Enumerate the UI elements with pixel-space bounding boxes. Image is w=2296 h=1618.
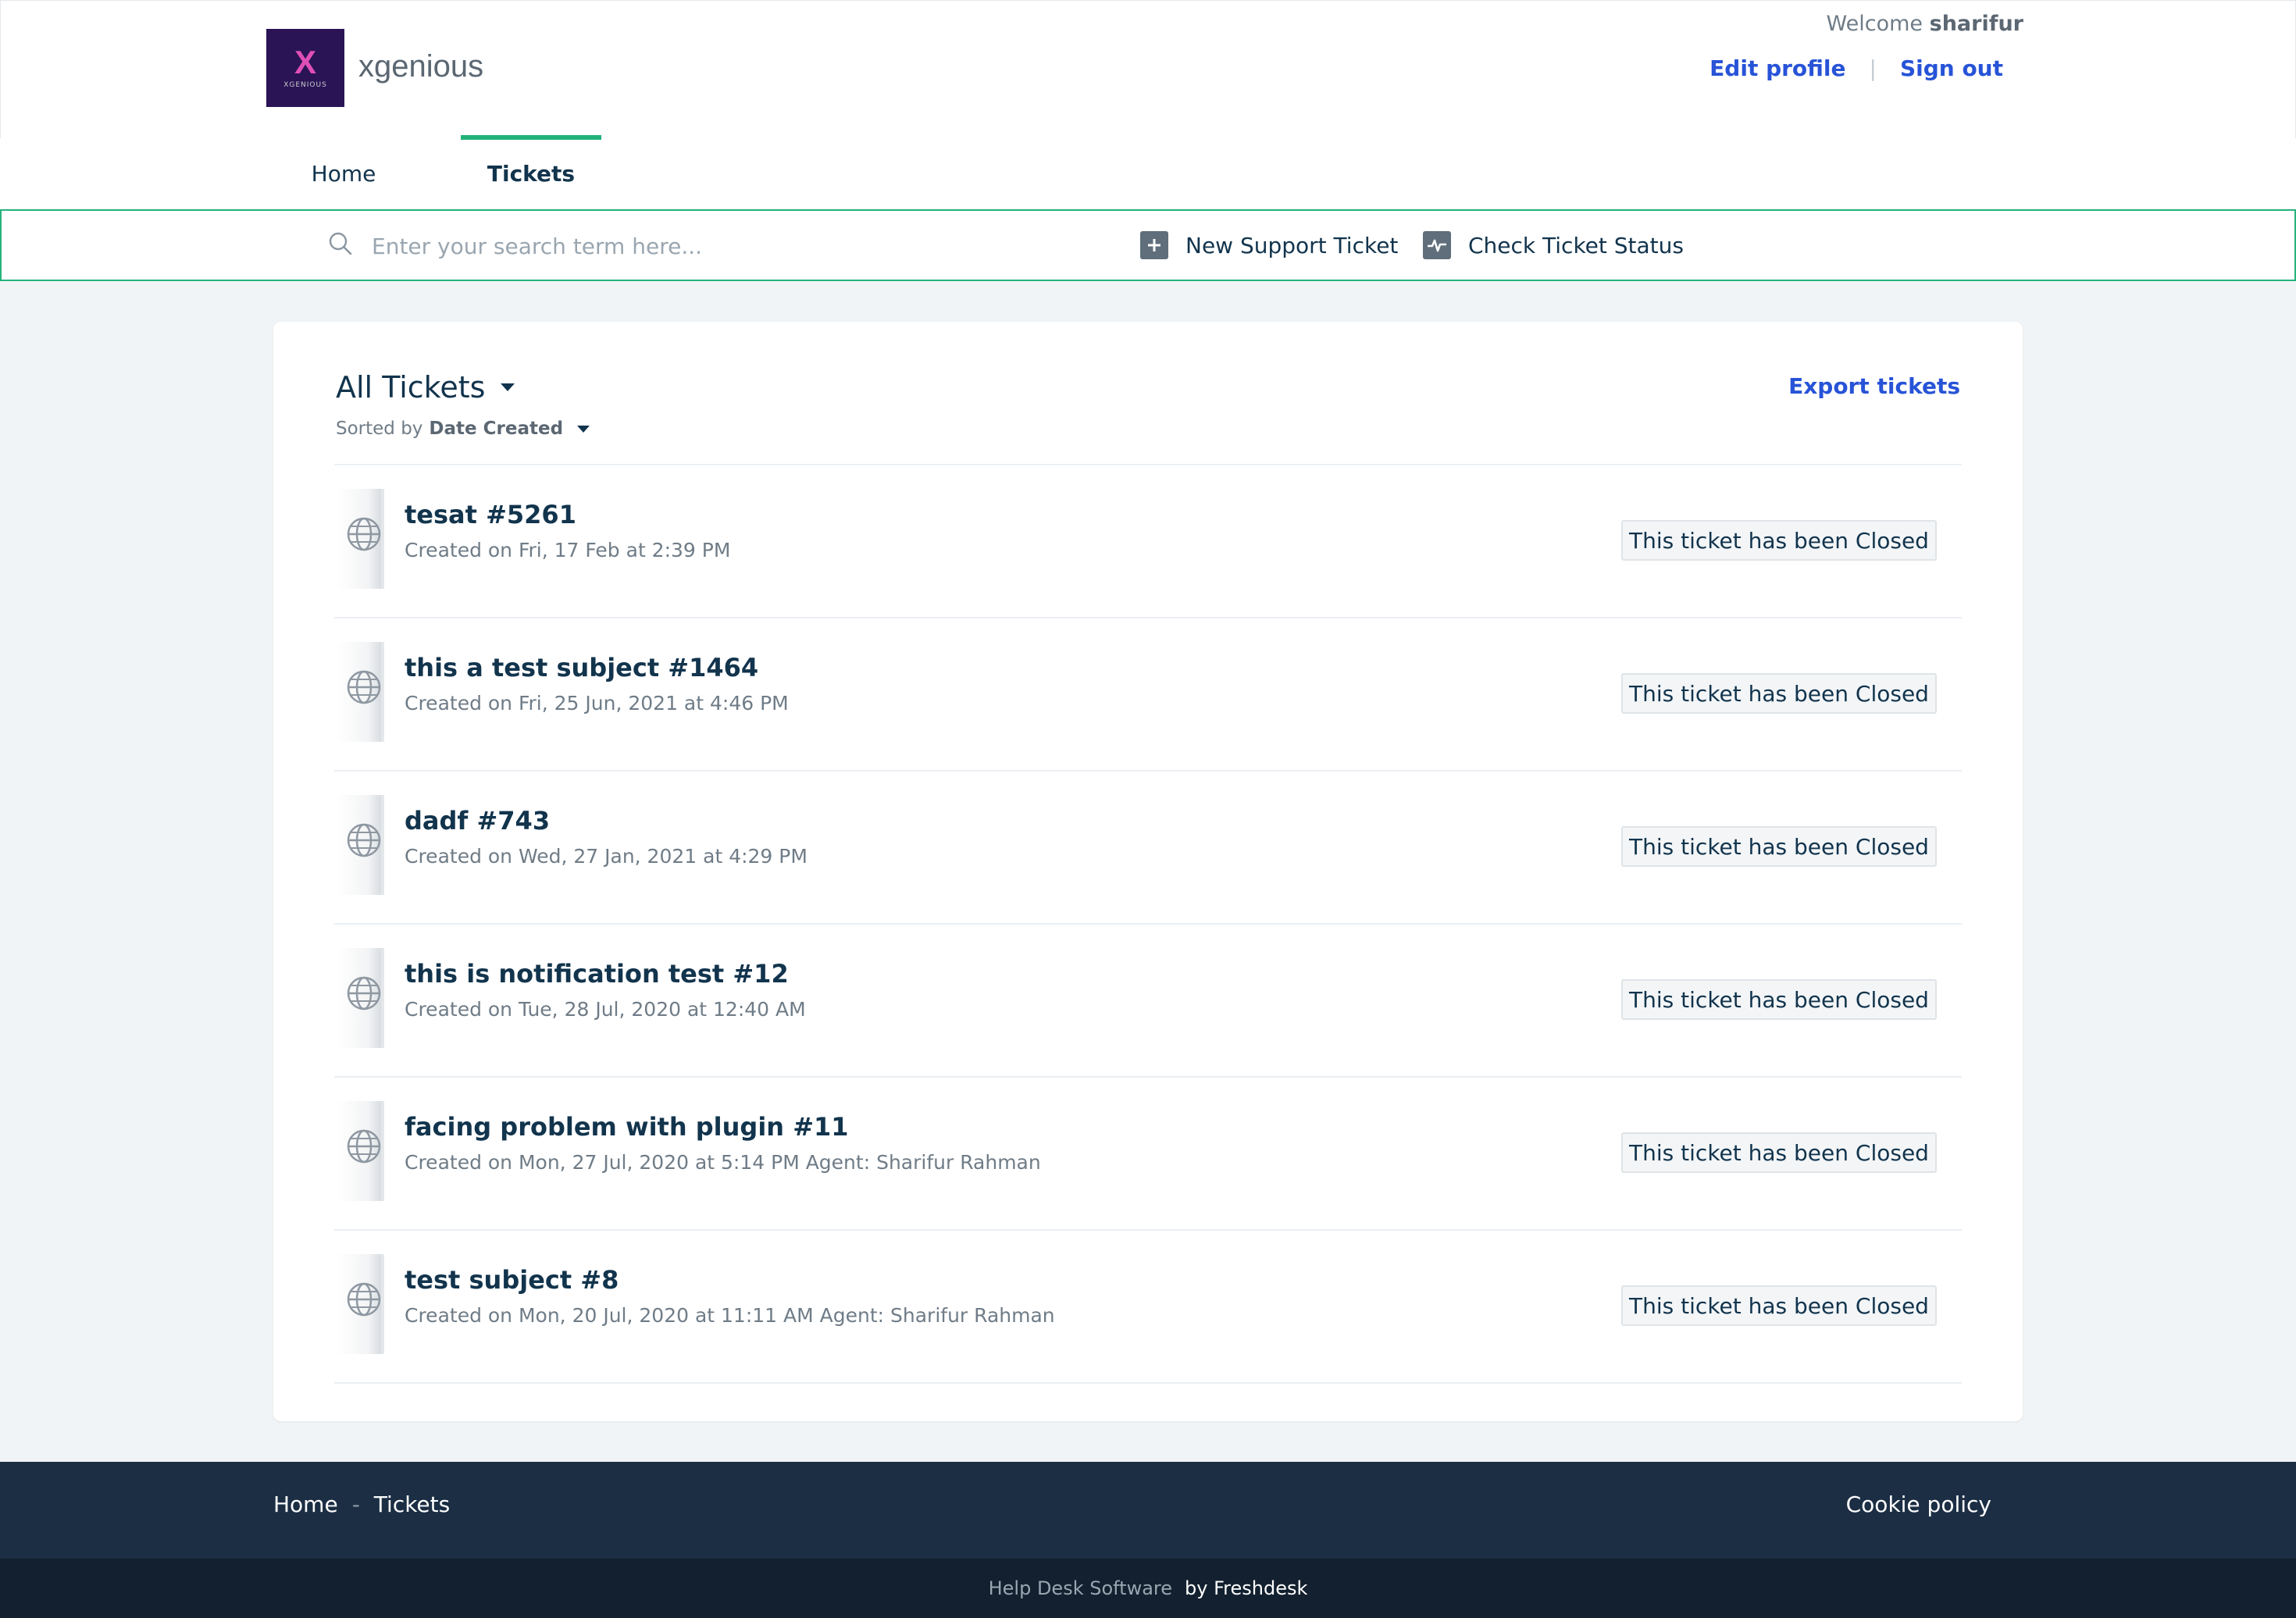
activity-icon	[1423, 231, 1451, 259]
site-header: X XGENIOUS xgenious Welcome sharifur Edi…	[0, 0, 2296, 139]
powered-by-bar: Help Desk Software by Freshdesk	[0, 1559, 2296, 1618]
sorted-prefix: Sorted by	[336, 419, 423, 439]
globe-icon	[347, 976, 381, 1010]
username: sharifur	[1929, 12, 2023, 36]
sorted-value: Date Created	[429, 419, 564, 439]
site-footer: Home - Tickets Cookie policy	[0, 1462, 2296, 1559]
footer-home-link[interactable]: Home	[273, 1491, 338, 1517]
tab-tickets[interactable]: Tickets	[461, 135, 601, 208]
ticket-row[interactable]: tesat #5261 Created on Fri, 17 Feb at 2:…	[334, 464, 1962, 617]
ticket-title[interactable]: this is notification test #12	[405, 959, 789, 989]
plus-square-icon	[1140, 231, 1168, 259]
ticket-meta: Created on Tue, 28 Jul, 2020 at 12:40 AM	[405, 998, 806, 1021]
status-badge: This ticket has been Closed	[1621, 1285, 1937, 1326]
new-support-ticket-button[interactable]: New Support Ticket	[1140, 228, 1398, 262]
brand-name[interactable]: xgenious	[358, 46, 483, 87]
caret-down-icon	[501, 383, 515, 391]
ticket-row[interactable]: dadf #743 Created on Wed, 27 Jan, 2021 a…	[334, 770, 1962, 923]
ticket-meta: Created on Fri, 17 Feb at 2:39 PM	[405, 539, 731, 561]
welcome-text: Welcome sharifur	[1827, 12, 2023, 36]
ticket-row[interactable]: this a test subject #1464 Created on Fri…	[334, 617, 1962, 770]
ticket-title[interactable]: this a test subject #1464	[405, 653, 758, 682]
status-badge: This ticket has been Closed	[1621, 520, 1937, 561]
main-nav: Home Tickets	[0, 135, 2296, 208]
check-ticket-status-label: Check Ticket Status	[1468, 232, 1684, 258]
by-freshdesk-link[interactable]: by Freshdesk	[1185, 1577, 1307, 1599]
search-input[interactable]	[370, 225, 1076, 267]
ticket-meta: Created on Mon, 27 Jul, 2020 at 5:14 PM …	[405, 1151, 1041, 1174]
ticket-row[interactable]: test subject #8 Created on Mon, 20 Jul, …	[334, 1229, 1962, 1384]
logo-text: XGENIOUS	[283, 81, 327, 89]
all-tickets-filter[interactable]: All Tickets	[336, 370, 515, 404]
ticket-title[interactable]: dadf #743	[405, 806, 550, 836]
sort-dropdown[interactable]: Sorted by Date Created	[336, 419, 590, 439]
globe-icon	[347, 517, 381, 551]
export-tickets-link[interactable]: Export tickets	[1788, 373, 1960, 399]
avatar	[337, 1254, 384, 1354]
footer-tickets-link[interactable]: Tickets	[374, 1491, 450, 1517]
tab-home[interactable]: Home	[266, 138, 422, 208]
tab-home-label: Home	[311, 160, 376, 187]
globe-icon	[347, 1129, 381, 1164]
footer-separator: -	[351, 1491, 360, 1517]
avatar	[337, 948, 384, 1048]
welcome-prefix: Welcome	[1826, 12, 1923, 36]
avatar	[337, 1101, 384, 1201]
ticket-meta: Created on Wed, 27 Jan, 2021 at 4:29 PM	[405, 845, 808, 868]
new-support-ticket-label: New Support Ticket	[1185, 232, 1399, 258]
ticket-meta: Created on Fri, 25 Jun, 2021 at 4:46 PM	[405, 692, 789, 715]
ticket-meta: Created on Mon, 20 Jul, 2020 at 11:11 AM…	[405, 1304, 1055, 1327]
caret-down-icon	[577, 425, 590, 433]
status-badge: This ticket has been Closed	[1621, 826, 1937, 867]
tickets-card: All Tickets Sorted by Date Created Expor…	[273, 322, 2023, 1421]
globe-icon	[347, 670, 381, 704]
helpdesk-software-link[interactable]: Help Desk Software	[989, 1577, 1172, 1599]
ticket-row[interactable]: this is notification test #12 Created on…	[334, 923, 1962, 1076]
search-bar: New Support Ticket Check Ticket Status	[0, 209, 2296, 281]
check-ticket-status-button[interactable]: Check Ticket Status	[1423, 228, 1684, 262]
link-separator: |	[1869, 55, 1877, 81]
status-badge: This ticket has been Closed	[1621, 1132, 1937, 1173]
avatar	[337, 795, 384, 895]
footer-links: Home - Tickets	[273, 1491, 450, 1517]
user-links: Edit profile | Sign out	[1710, 55, 2003, 81]
avatar	[337, 642, 384, 742]
tab-tickets-label: Tickets	[487, 160, 576, 187]
ticket-title[interactable]: facing problem with plugin #11	[405, 1112, 849, 1142]
globe-icon	[347, 1282, 381, 1317]
search-icon	[329, 232, 352, 255]
cookie-policy-link[interactable]: Cookie policy	[1846, 1491, 1991, 1517]
ticket-row[interactable]: facing problem with plugin #11 Created o…	[334, 1076, 1962, 1229]
status-badge: This ticket has been Closed	[1621, 673, 1937, 714]
sign-out-link[interactable]: Sign out	[1900, 55, 2003, 81]
filter-label: All Tickets	[336, 370, 486, 404]
ticket-title[interactable]: tesat #5261	[405, 500, 576, 529]
edit-profile-link[interactable]: Edit profile	[1710, 55, 1845, 81]
ticket-list: tesat #5261 Created on Fri, 17 Feb at 2:…	[334, 464, 1962, 1384]
brand-logo[interactable]: X XGENIOUS	[266, 29, 344, 107]
avatar	[337, 489, 384, 589]
logo-mark: X	[294, 44, 316, 80]
status-badge: This ticket has been Closed	[1621, 979, 1937, 1020]
globe-icon	[347, 823, 381, 857]
ticket-title[interactable]: test subject #8	[405, 1265, 619, 1295]
